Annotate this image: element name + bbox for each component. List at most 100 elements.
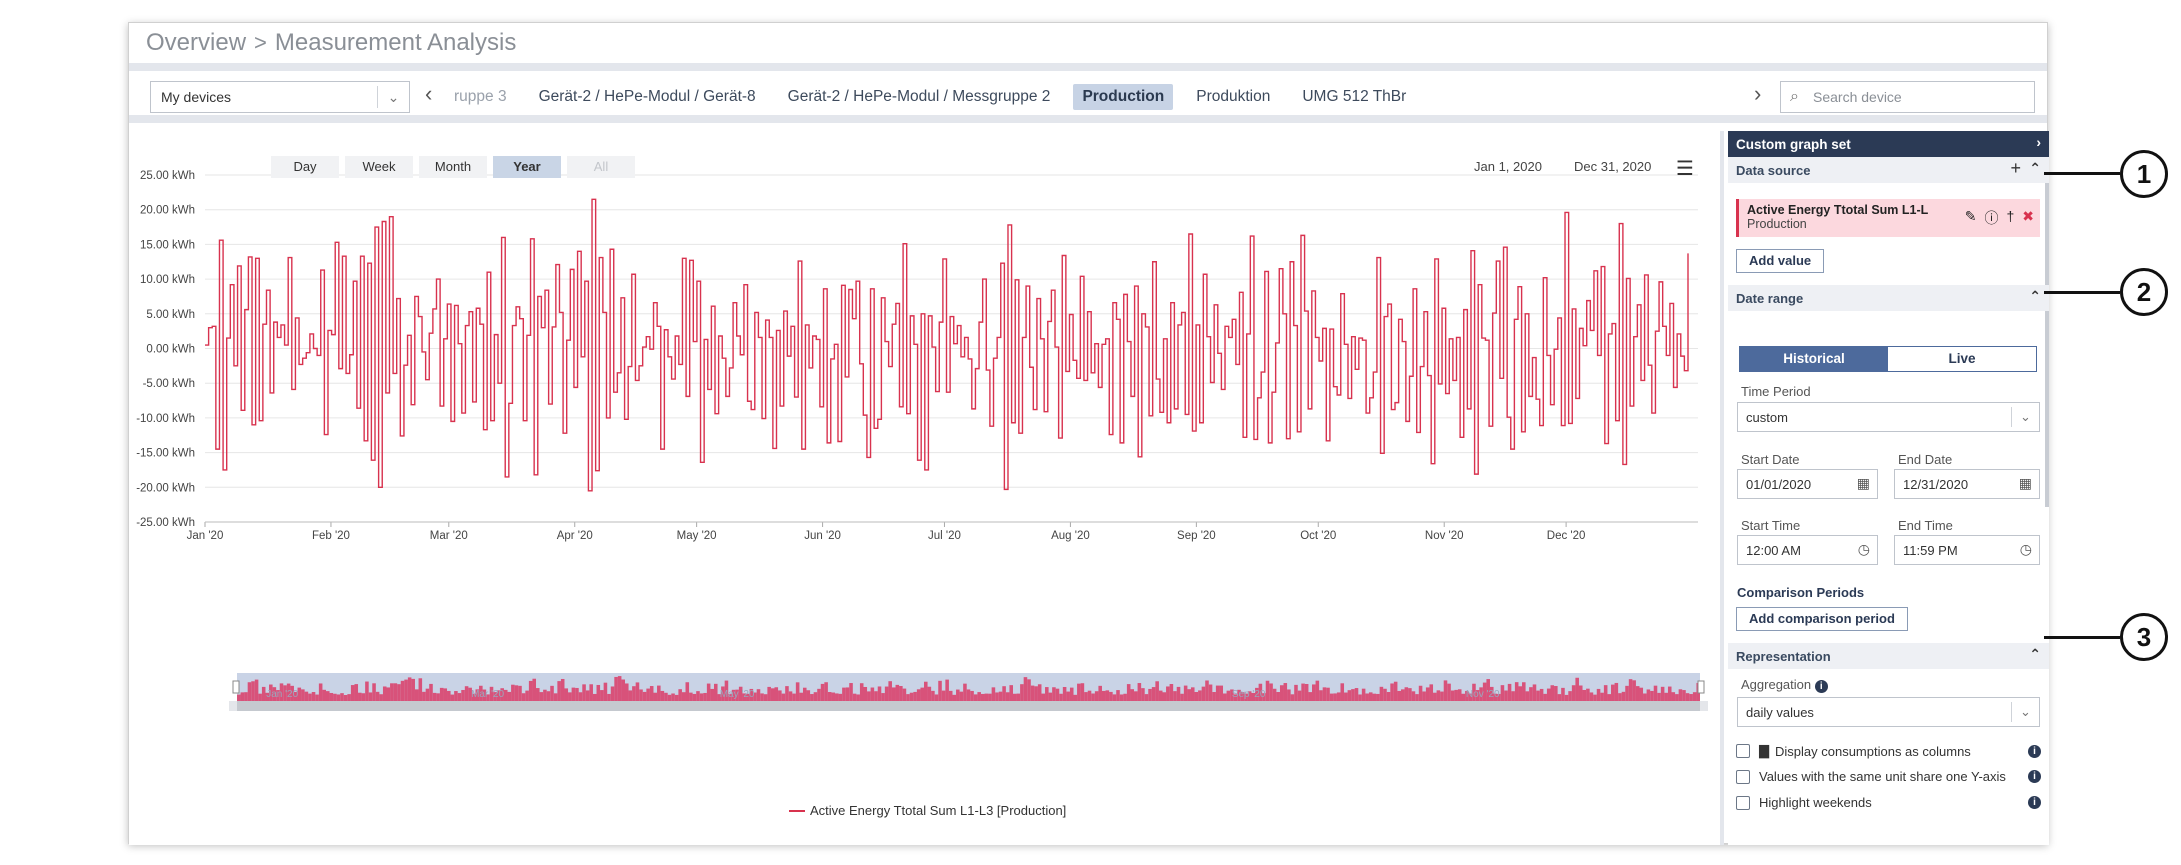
end-time-field[interactable]: 11:59 PM ◷: [1894, 535, 2040, 565]
navigator-bar: [350, 685, 355, 701]
representation-header[interactable]: Representation ⌃: [1728, 643, 2049, 669]
navigator-bar: [842, 687, 846, 701]
trash-icon[interactable]: ✖: [2022, 208, 2034, 228]
option-weekends[interactable]: Highlight weekends i: [1736, 795, 2041, 810]
chart-legend[interactable]: Active Energy Ttotal Sum L1-L3 [Producti…: [789, 803, 1066, 818]
navigator-bar: [1137, 683, 1142, 701]
chevron-right-icon[interactable]: ›: [1754, 81, 1761, 107]
info-icon[interactable]: i: [2028, 770, 2041, 783]
chart[interactable]: 25.00 kWh 20.00 kWh 15.00 kWh 10.00 kWh 5.00…: [129, 131, 1724, 845]
range-date-to[interactable]: Dec 31, 2020: [1574, 159, 1651, 174]
navigator-bar: [322, 689, 326, 701]
navigator-bar: [1290, 694, 1295, 701]
chevron-left-icon[interactable]: ‹: [425, 81, 432, 107]
search-icon: ⌕: [1790, 88, 1799, 105]
x-tick-label: Jun '20: [804, 530, 841, 542]
navigator-bar: [927, 686, 932, 701]
chevron-up-icon[interactable]: ⌃: [2029, 288, 2041, 305]
navigator-bar: [1393, 681, 1398, 701]
navigator-bar: [1536, 690, 1540, 701]
add-comparison-button[interactable]: Add comparison period: [1736, 607, 1908, 631]
navigator-bar: [1457, 689, 1462, 701]
navigator-bar: [1344, 692, 1348, 701]
search-device-input[interactable]: ⌕ Search device: [1780, 81, 2035, 113]
navigator-bar: [1276, 692, 1280, 701]
navigator-bar: [1518, 686, 1523, 701]
navigator-bar: [824, 682, 828, 701]
hamburger-menu-icon[interactable]: ☰: [1676, 156, 1694, 181]
plus-icon[interactable]: +: [2010, 158, 2021, 179]
chevron-right-icon[interactable]: ›: [2036, 134, 2041, 150]
legend-label: Active Energy Ttotal Sum L1-L3 [Producti…: [810, 803, 1067, 818]
navigator-bar: [1269, 683, 1273, 701]
chevron-up-icon[interactable]: ⌃: [2029, 160, 2041, 177]
chevron-up-icon[interactable]: ⌃: [2029, 646, 2041, 663]
info-icon[interactable]: i: [2028, 744, 2041, 758]
custom-graph-set-header[interactable]: Custom graph set ›: [1728, 131, 2049, 157]
historical-toggle[interactable]: Historical: [1740, 347, 1888, 371]
info-icon[interactable]: i: [1814, 680, 1828, 693]
navigator-bar: [1550, 685, 1555, 701]
navigator-bar: [592, 693, 597, 701]
navigator-bar: [1408, 688, 1412, 701]
navigator-bar: [1603, 685, 1608, 701]
navigator-bar: [1123, 693, 1127, 701]
navigator-bar: [304, 691, 309, 701]
aggregation-select[interactable]: daily values ⌄: [1737, 697, 2040, 727]
calendar-icon[interactable]: ▦: [2019, 475, 2032, 492]
option-columns[interactable]: ▇ Display consumptions as columns i: [1736, 743, 2041, 759]
device-tab[interactable]: ruppe 3: [445, 84, 516, 110]
series-line[interactable]: [205, 198, 1689, 492]
live-toggle[interactable]: Live: [1888, 347, 2036, 371]
navigator-bar: [856, 694, 860, 701]
checkbox[interactable]: [1736, 769, 1750, 784]
calendar-icon[interactable]: ▦: [1857, 475, 1870, 492]
date-range-header[interactable]: Date range ⌃: [1728, 285, 2049, 311]
clock-icon[interactable]: ◷: [1858, 541, 1870, 558]
chevron-down-icon[interactable]: ⌄: [2011, 702, 2039, 722]
info-icon[interactable]: ⓘ: [1984, 208, 1998, 228]
data-source-item[interactable]: Active Energy Ttotal Sum L1-L Production…: [1736, 199, 2040, 237]
navigator-bar: [1682, 690, 1686, 701]
breadcrumb-root[interactable]: Overview: [146, 29, 246, 57]
navigator-bar: [575, 687, 579, 701]
device-tab[interactable]: Production: [1073, 84, 1174, 110]
device-tab[interactable]: Gerät-2 / HePe-Modul / Messgruppe 2: [779, 84, 1060, 110]
range-button-week[interactable]: Week: [345, 156, 413, 178]
add-value-button[interactable]: Add value: [1736, 249, 1825, 273]
end-date-field[interactable]: 12/31/2020 ▦: [1894, 469, 2040, 499]
navigator-scrollbar-thumb[interactable]: [237, 701, 1700, 711]
time-period-select[interactable]: custom ⌄: [1737, 402, 2040, 432]
range-button-day[interactable]: Day: [271, 156, 339, 178]
range-date-from[interactable]: Jan 1, 2020: [1474, 159, 1542, 174]
x-tick-label: Sep '20: [1177, 530, 1216, 542]
data-source-header[interactable]: Data source + ⌃: [1728, 157, 2049, 183]
option-share-axis[interactable]: Values with the same unit share one Y-ax…: [1736, 769, 2041, 784]
checkbox[interactable]: [1736, 795, 1750, 810]
device-tab[interactable]: Produktion: [1187, 84, 1279, 110]
device-group-select[interactable]: My devices ⌄: [150, 81, 410, 113]
pin-icon[interactable]: †: [2006, 208, 2014, 228]
range-button-all[interactable]: All: [567, 156, 635, 178]
navigator-bar: [532, 678, 537, 701]
chevron-down-icon[interactable]: ⌄: [377, 86, 409, 108]
clock-icon[interactable]: ◷: [2020, 541, 2032, 558]
chevron-down-icon[interactable]: ⌄: [2011, 407, 2039, 427]
navigator-handle-left[interactable]: [232, 680, 240, 694]
option-label: Highlight weekends: [1759, 795, 1872, 810]
pencil-icon[interactable]: ✎: [1965, 208, 1977, 228]
navigator-bar: [457, 693, 462, 701]
navigator-label: Mar '20: [471, 689, 504, 700]
device-tab[interactable]: UMG 512 ThBr: [1293, 84, 1415, 110]
navigator-bar: [966, 689, 971, 701]
start-date-field[interactable]: 01/01/2020 ▦: [1737, 469, 1878, 499]
info-icon[interactable]: i: [2028, 796, 2041, 809]
device-tab[interactable]: Gerät-2 / HePe-Modul / Gerät-8: [530, 84, 765, 110]
range-button-year[interactable]: Year: [493, 156, 561, 178]
checkbox[interactable]: [1736, 744, 1750, 758]
navigator-handle-right[interactable]: [1697, 680, 1705, 694]
panel-scrollbar[interactable]: [2045, 157, 2049, 507]
range-button-month[interactable]: Month: [419, 156, 487, 178]
start-time-field[interactable]: 12:00 AM ◷: [1737, 535, 1878, 565]
navigator-bar: [1582, 689, 1587, 701]
